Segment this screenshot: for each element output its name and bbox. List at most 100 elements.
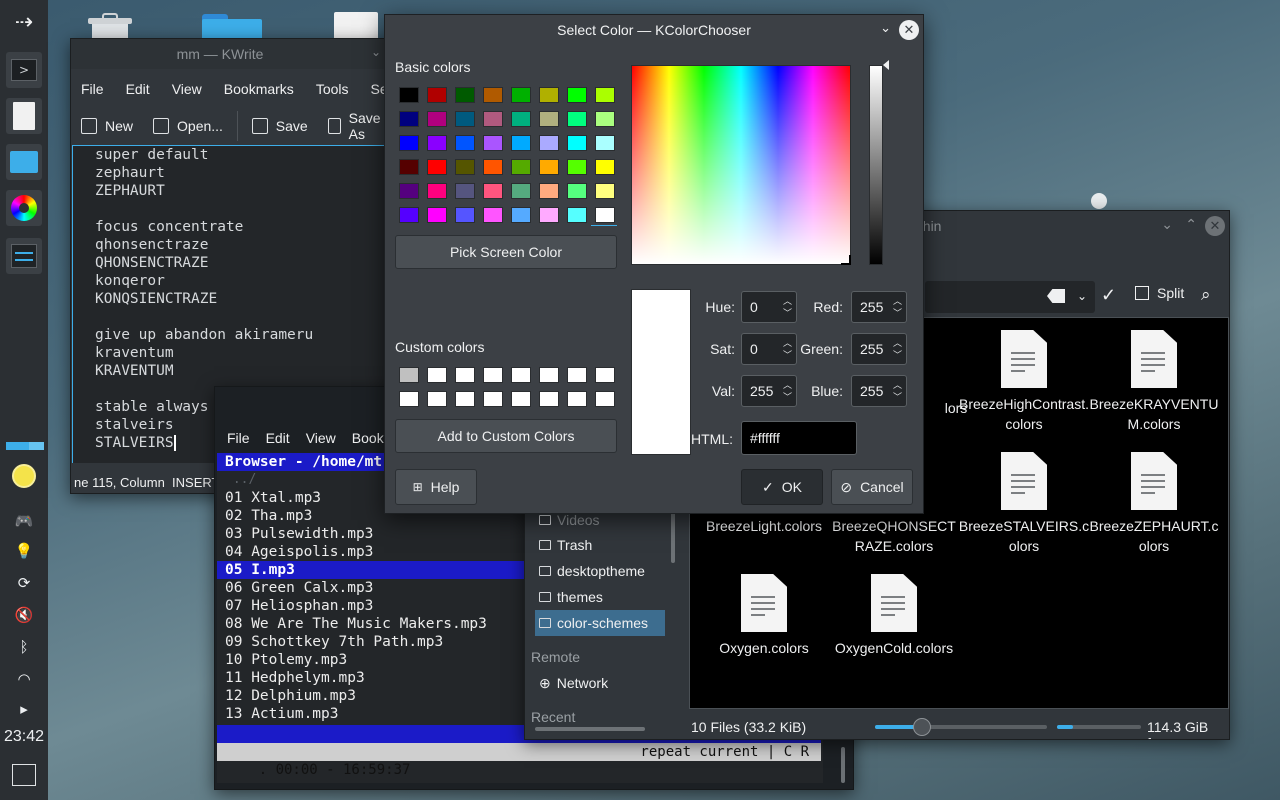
custom-color-swatch[interactable] [511,367,531,383]
help-button[interactable]: ⊞ Help [395,469,477,505]
split-button[interactable]: Split [1135,285,1184,301]
terminal-scrollbar[interactable] [841,747,845,783]
basic-color-swatch[interactable] [455,135,475,151]
place-trash[interactable]: Trash [535,532,665,558]
editor-line[interactable]: ZEPHAURT [95,182,399,200]
basic-color-swatch[interactable] [399,207,419,223]
custom-color-swatch[interactable] [567,391,587,407]
basic-color-swatch[interactable] [595,159,615,175]
basic-color-swatch[interactable] [567,111,587,127]
basic-color-swatch[interactable] [483,135,503,151]
new-button[interactable]: New [71,111,143,141]
basic-color-swatch[interactable] [511,87,531,103]
basic-color-swatch[interactable] [511,207,531,223]
kwrite-menu-file[interactable]: File [71,81,116,97]
kcc-close-icon[interactable]: ✕ [899,20,919,40]
kwrite-titlebar[interactable]: mm — KWrite ⌄ [71,39,399,69]
custom-color-swatch[interactable] [427,367,447,383]
save-button[interactable]: Save [242,111,318,141]
red-spinbox[interactable]: 255 ︿ ﹀ [851,291,907,323]
basic-color-swatch[interactable] [539,87,559,103]
green-spinbox[interactable]: 255 ︿ ﹀ [851,333,907,365]
basic-color-swatch[interactable] [567,135,587,151]
custom-color-swatch[interactable] [539,391,559,407]
basic-color-swatch[interactable] [567,159,587,175]
task-dolphin-icon[interactable] [6,144,42,180]
basic-color-swatch[interactable] [511,183,531,199]
basic-color-swatch[interactable] [399,87,419,103]
basic-color-swatch[interactable] [595,135,615,151]
basic-color-swatch[interactable] [483,183,503,199]
ok-button[interactable]: ✓ OK [741,469,823,505]
basic-color-swatch[interactable] [483,87,503,103]
basic-color-swatch[interactable] [483,111,503,127]
file-item[interactable]: OxygenCold.colors [824,574,964,658]
zoom-slider-handle[interactable] [913,718,931,736]
confirm-location-icon[interactable]: ✓ [1101,285,1116,306]
pick-screen-color-button[interactable]: Pick Screen Color [395,235,617,269]
editor-line[interactable]: give up abandon akirameru [95,326,399,344]
basic-color-swatch[interactable] [539,183,559,199]
html-field[interactable]: #ffffff [741,421,857,455]
clear-location-icon[interactable] [1047,289,1065,303]
location-bar[interactable]: ⌄ [925,281,1095,313]
custom-color-swatch[interactable] [595,367,615,383]
basic-color-swatch[interactable] [399,135,419,151]
basic-color-swatch[interactable] [427,111,447,127]
cursor-position[interactable]: ne 115, Column INSERT [74,475,219,490]
basic-color-swatch[interactable] [567,207,587,223]
kwrite-minimize-icon[interactable]: ⌄ [371,45,381,59]
file-item[interactable]: Oxygen.colors [694,574,834,658]
basic-color-swatch[interactable] [511,111,531,127]
pager-indicator[interactable] [6,442,44,450]
blue-stepper-icon[interactable]: ︿ ﹀ [893,379,902,403]
file-item[interactable]: BreezeKRAYVENTUM.colors [1084,330,1224,434]
terminal-menu-edit[interactable]: Edit [260,430,300,446]
task-settings-icon[interactable] [6,238,42,274]
basic-color-swatch[interactable] [427,183,447,199]
open-button[interactable]: Open... [143,111,233,141]
lightbulb-icon[interactable]: 💡 [12,540,36,562]
terminal-menu-file[interactable]: File [221,430,260,446]
basic-color-swatch[interactable] [455,207,475,223]
task-kwrite-icon[interactable] [6,98,42,134]
editor-line[interactable]: kraventum [95,344,399,362]
editor-line[interactable]: qhonsenctraze [95,236,399,254]
basic-color-swatch[interactable] [539,159,559,175]
task-konsole-icon[interactable]: > [6,52,42,88]
red-stepper-icon[interactable]: ︿ ﹀ [893,295,902,319]
dolphin-maximize-icon[interactable]: ⌃ [1185,217,1197,233]
bluetooth-icon[interactable]: ᛒ [12,636,36,658]
custom-color-swatch[interactable] [539,367,559,383]
show-desktop-icon[interactable] [12,764,36,786]
basic-color-swatch[interactable] [511,135,531,151]
basic-color-swatch[interactable] [455,111,475,127]
basic-color-swatch[interactable] [539,111,559,127]
basic-color-swatch[interactable] [595,207,615,223]
editor-line[interactable]: QHONSENCTRAZE [95,254,399,272]
terminal-menu-view[interactable]: View [300,430,346,446]
search-icon[interactable]: ⌕ [1201,285,1211,305]
editor-line[interactable] [95,308,399,326]
location-dropdown-icon[interactable]: ⌄ [1077,289,1087,303]
green-stepper-icon[interactable]: ︿ ﹀ [893,337,902,361]
custom-color-swatch[interactable] [483,391,503,407]
basic-color-swatch[interactable] [539,207,559,223]
custom-color-swatch[interactable] [399,367,419,383]
dolphin-close-icon[interactable]: ✕ [1205,216,1225,236]
kcc-titlebar[interactable]: Select Color — KColorChooser [385,15,923,45]
editor-line[interactable]: konqeror [95,272,399,290]
basic-color-swatch[interactable] [399,159,419,175]
disk-usage-bar[interactable] [1057,725,1141,729]
blue-spinbox[interactable]: 255 ︿ ﹀ [851,375,907,407]
basic-color-swatch[interactable] [483,159,503,175]
basic-color-swatch[interactable] [483,207,503,223]
custom-color-swatch[interactable] [595,391,615,407]
wifi-icon[interactable]: ◠ [12,668,36,690]
basic-color-swatch[interactable] [567,183,587,199]
task-kcolorchooser-icon[interactable] [6,190,42,226]
place-color-schemes[interactable]: color-schemes [535,610,665,636]
clock[interactable]: 23:42 [0,728,48,746]
editor-line[interactable]: KRAVENTUM [95,362,399,380]
place-network[interactable]: ⊕ Network [535,670,665,696]
